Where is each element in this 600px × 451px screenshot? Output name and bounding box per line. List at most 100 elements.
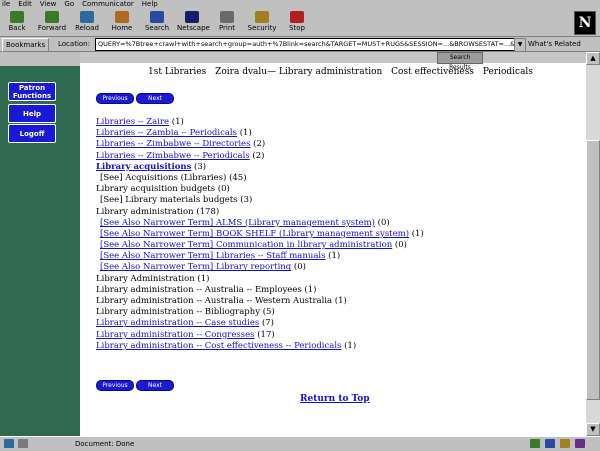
list-item-heading[interactable]: Library administration -- Australia -- E… <box>96 285 302 295</box>
home-button[interactable]: Home <box>107 11 137 35</box>
list-item-heading[interactable]: [See Also Narrower Term] ALMS (Library m… <box>100 218 375 228</box>
toolbar-label: Reload <box>75 24 99 32</box>
list-item-count: (0) <box>215 184 230 195</box>
menu-item-5[interactable]: Help <box>142 0 158 8</box>
top-strip: Search Results <box>80 52 586 71</box>
list-item-heading[interactable]: Library acquisition budgets <box>96 184 215 194</box>
list-item-count: (3) <box>191 161 207 172</box>
list-item-count: (1) <box>341 340 357 351</box>
list-item: Library administration -- Cost effective… <box>96 341 424 352</box>
previous-button[interactable]: Previous <box>96 93 134 104</box>
patron-functions-button[interactable]: Patron Functions <box>8 82 56 101</box>
connection-icon <box>18 439 28 448</box>
list-item-count: (1) <box>325 251 341 262</box>
scroll-down-icon[interactable]: ▼ <box>586 423 600 436</box>
list-item-count: (1) <box>409 228 424 239</box>
menu-bar: ile Edit View Go Communicator Help <box>0 0 600 9</box>
list-item-heading[interactable]: Library administration -- Australia -- W… <box>96 296 332 306</box>
search-results-button[interactable]: Search Results <box>437 52 483 71</box>
toolbar-label: Print <box>218 24 236 32</box>
navigator-icon[interactable] <box>530 439 540 448</box>
list-item-heading[interactable]: Library acquisitions <box>96 162 191 172</box>
list-item-heading[interactable]: [See Also Narrower Term] BOOK SHELF (Lib… <box>100 229 409 239</box>
location-label: Location: <box>58 40 90 48</box>
previous-button-bottom[interactable]: Previous <box>96 380 134 391</box>
security-status-icon[interactable] <box>4 439 14 448</box>
list-item: [See] Acquisitions (Libraries) (45) <box>96 173 424 184</box>
tab-libraries[interactable]: 1st Libraries <box>148 67 206 77</box>
composer-icon[interactable] <box>560 439 570 448</box>
netscape-logo[interactable]: N <box>574 11 596 35</box>
vertical-scrollbar[interactable]: ▲ ▼ <box>586 52 600 436</box>
menu-item-4[interactable]: Communicator <box>82 0 134 8</box>
list-item-heading[interactable]: [See] Library materials budgets <box>100 195 238 205</box>
list-item-count: (178) <box>193 206 220 217</box>
list-item: Library Administration (1) <box>96 274 424 285</box>
list-item-heading[interactable]: Library administration -- Cost effective… <box>96 341 341 351</box>
list-item: Library acquisitions (3) <box>96 162 424 173</box>
search-icon <box>150 11 164 23</box>
scroll-thumb[interactable] <box>586 140 600 400</box>
toolbar-label: Security <box>247 24 277 32</box>
tab-periodicals[interactable]: Periodicals <box>483 67 533 77</box>
menu-item-3[interactable]: Go <box>64 0 74 8</box>
stop-button[interactable]: Stop <box>282 11 312 35</box>
mail-icon[interactable] <box>545 439 555 448</box>
menu-item-2[interactable]: View <box>40 0 57 8</box>
logoff-button[interactable]: Logoff <box>8 124 56 143</box>
return-to-top-link[interactable]: Return to Top <box>300 394 370 404</box>
next-button[interactable]: Next <box>136 93 174 104</box>
location-field[interactable]: QUERY=%7Btree+crawl+with+search+group=au… <box>95 38 519 51</box>
list-item-heading[interactable]: [See Also Narrower Term] Communication i… <box>100 240 392 250</box>
list-item-heading[interactable]: Libraries -- Zimbabwe -- Periodicals <box>96 151 250 161</box>
netscape-icon <box>185 11 199 23</box>
list-item-heading[interactable]: Library administration -- Case studies <box>96 318 259 328</box>
results-list: Libraries -- Zaire (1) Libraries -- Zambi… <box>96 117 424 352</box>
list-item-heading[interactable]: [See Also Narrower Term] Library reporti… <box>100 262 291 272</box>
security-button[interactable]: Security <box>247 11 277 35</box>
next-button-bottom[interactable]: Next <box>136 380 174 391</box>
location-bar: Bookmarks Location: QUERY=%7Btree+crawl+… <box>0 37 600 52</box>
print-icon <box>220 11 234 23</box>
forward-button[interactable]: Forward <box>37 11 67 35</box>
list-item: Library administration (178) <box>96 207 424 218</box>
list-item-heading[interactable]: Library administration <box>96 207 194 217</box>
list-item-heading[interactable]: [See] Acquisitions (Libraries) <box>100 173 226 183</box>
list-item: [See Also Narrower Term] ALMS (Library m… <box>96 218 424 229</box>
tab-library-administration[interactable]: Zoira dvalu— Library administration <box>215 67 382 77</box>
whats-related-button[interactable]: What's Related <box>528 38 581 50</box>
scroll-up-icon[interactable]: ▲ <box>586 52 600 65</box>
back-button[interactable]: Back <box>2 11 32 35</box>
list-item: [See Also Narrower Term] Libraries -- St… <box>96 251 424 262</box>
toolbar-label: Search <box>144 24 170 32</box>
list-item: [See] Library materials budgets (3) <box>96 195 424 206</box>
stop-icon <box>290 11 304 23</box>
breadcrumb: 1st Libraries Zoira dvalu— Library admin… <box>148 67 539 77</box>
reload-button[interactable]: Reload <box>72 11 102 35</box>
list-item: Libraries -- Zimbabwe -- Periodicals (2) <box>96 151 424 162</box>
list-item-heading[interactable]: Library administration -- Bibliography <box>96 307 260 317</box>
bookmarks-button[interactable]: Bookmarks <box>2 38 50 52</box>
navigation-toolbar: N Back Forward Reload Home Search Netscape Pri… <box>0 9 600 37</box>
location-dropdown-icon[interactable]: ▼ <box>514 38 526 52</box>
print-button[interactable]: Print <box>212 11 242 35</box>
discussion-icon[interactable] <box>575 439 585 448</box>
reload-icon <box>80 11 94 23</box>
list-item-count: (1) <box>194 273 210 284</box>
search-button[interactable]: Search <box>142 11 172 35</box>
status-text: Document: Done <box>75 440 135 448</box>
list-item-heading[interactable]: [See Also Narrower Term] Libraries -- St… <box>100 251 325 261</box>
list-item-heading[interactable]: Libraries -- Zaire <box>96 117 169 127</box>
list-item-heading[interactable]: Libraries -- Zimbabwe -- Directories <box>96 139 250 149</box>
tab-cost-effectiveness[interactable]: Cost effectiveness <box>391 67 474 77</box>
netscape-button[interactable]: Netscape <box>177 11 210 35</box>
list-item-heading[interactable]: Library administration -- Congresses <box>96 330 255 340</box>
help-button[interactable]: Help <box>8 104 56 123</box>
menu-item-1[interactable]: Edit <box>18 0 32 8</box>
list-item-heading[interactable]: Libraries -- Zambia -- Periodicals <box>96 128 237 138</box>
list-item-count: (17) <box>254 329 275 340</box>
list-item-heading[interactable]: Library Administration <box>96 274 195 284</box>
list-item-count: (1) <box>169 117 184 127</box>
list-item-count: (2) <box>249 150 265 161</box>
menu-item-0[interactable]: ile <box>2 0 10 8</box>
